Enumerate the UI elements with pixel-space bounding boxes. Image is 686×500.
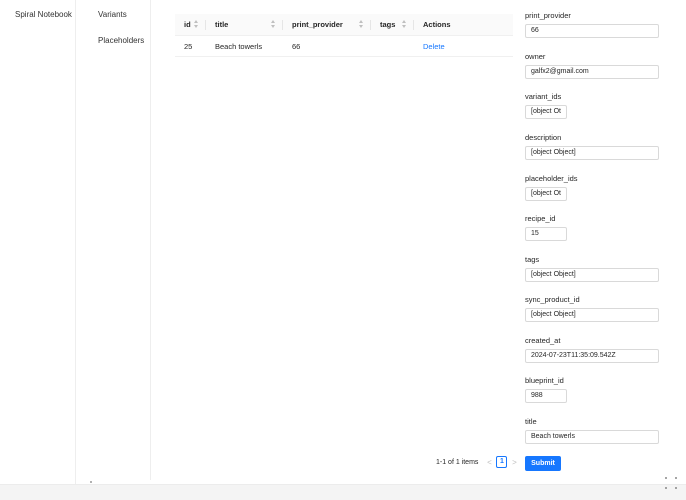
placeholder-ids-input[interactable]: [object Ot — [525, 187, 567, 201]
column-header-title[interactable]: title — [206, 14, 283, 36]
sort-icon[interactable] — [402, 19, 408, 30]
blueprint-id-input[interactable]: 988 — [525, 389, 567, 403]
title-input[interactable]: Beach towerls — [525, 430, 659, 444]
column-label: print_provider — [292, 20, 343, 29]
label-placeholder-ids: placeholder_ids — [525, 174, 578, 183]
sync-product-id-input[interactable]: [object Object] — [525, 308, 659, 322]
created-at-input[interactable]: 2024-07-23T11:35:09.542Z — [525, 349, 659, 363]
cell-id: 25 — [184, 41, 193, 51]
table-row: 25 Beach towerls 66 Delete — [175, 36, 513, 57]
cell-print-provider: 66 — [292, 41, 301, 51]
secondary-nav: Variants Placeholders — [76, 0, 151, 480]
table-header: id title print_provider tags Actions — [175, 14, 513, 36]
pagination: 1-1 of 1 items < 1 > — [436, 456, 519, 468]
label-description: description — [525, 133, 562, 142]
cell-title: Beach towerls — [215, 41, 263, 51]
nav-item-spiral-notebook[interactable]: Spiral Notebook — [15, 10, 72, 19]
column-header-id[interactable]: id — [175, 14, 206, 36]
primary-nav: Spiral Notebook — [0, 0, 76, 484]
column-header-actions: Actions — [414, 14, 513, 36]
print-provider-input[interactable]: 66 — [525, 24, 659, 38]
column-label: tags — [380, 20, 396, 29]
variant-ids-input[interactable]: [object Ot — [525, 105, 567, 119]
label-recipe-id: recipe_id — [525, 214, 556, 223]
label-tags: tags — [525, 255, 540, 264]
submit-button[interactable]: Submit — [525, 456, 561, 471]
column-header-print-provider[interactable]: print_provider — [283, 14, 371, 36]
sort-icon[interactable] — [194, 19, 200, 30]
label-variant-ids: variant_ids — [525, 92, 562, 101]
tags-input[interactable]: [object Object] — [525, 268, 659, 282]
column-header-tags[interactable]: tags — [371, 14, 414, 36]
column-label: id — [184, 20, 191, 29]
recipe-id-input[interactable]: 15 — [525, 227, 567, 241]
delete-link[interactable]: Delete — [414, 42, 513, 51]
data-table: id title print_provider tags Actions 25 … — [175, 14, 513, 57]
label-owner: owner — [525, 52, 546, 61]
description-input[interactable]: [object Object] — [525, 146, 659, 160]
page-button-1[interactable]: 1 — [496, 456, 508, 468]
sort-icon[interactable] — [271, 19, 277, 30]
label-sync-product-id: sync_product_id — [525, 295, 580, 304]
nav-item-placeholders[interactable]: Placeholders — [98, 36, 144, 45]
prev-page-icon[interactable]: < — [484, 458, 494, 467]
resize-handle-icon[interactable] — [664, 476, 678, 490]
column-label: Actions — [423, 20, 451, 29]
pagination-total: 1-1 of 1 items — [436, 458, 479, 466]
label-print-provider: print_provider — [525, 11, 571, 20]
owner-input[interactable]: galfx2@gmail.com — [525, 65, 659, 79]
sort-icon[interactable] — [359, 19, 365, 30]
scroll-indicator-icon — [90, 481, 92, 483]
next-page-icon[interactable]: > — [509, 458, 519, 467]
label-title: title — [525, 417, 537, 426]
bottom-bar — [0, 484, 686, 500]
column-label: title — [215, 20, 229, 29]
label-created-at: created_at — [525, 336, 561, 345]
nav-item-variants[interactable]: Variants — [98, 10, 127, 19]
label-blueprint-id: blueprint_id — [525, 376, 564, 385]
